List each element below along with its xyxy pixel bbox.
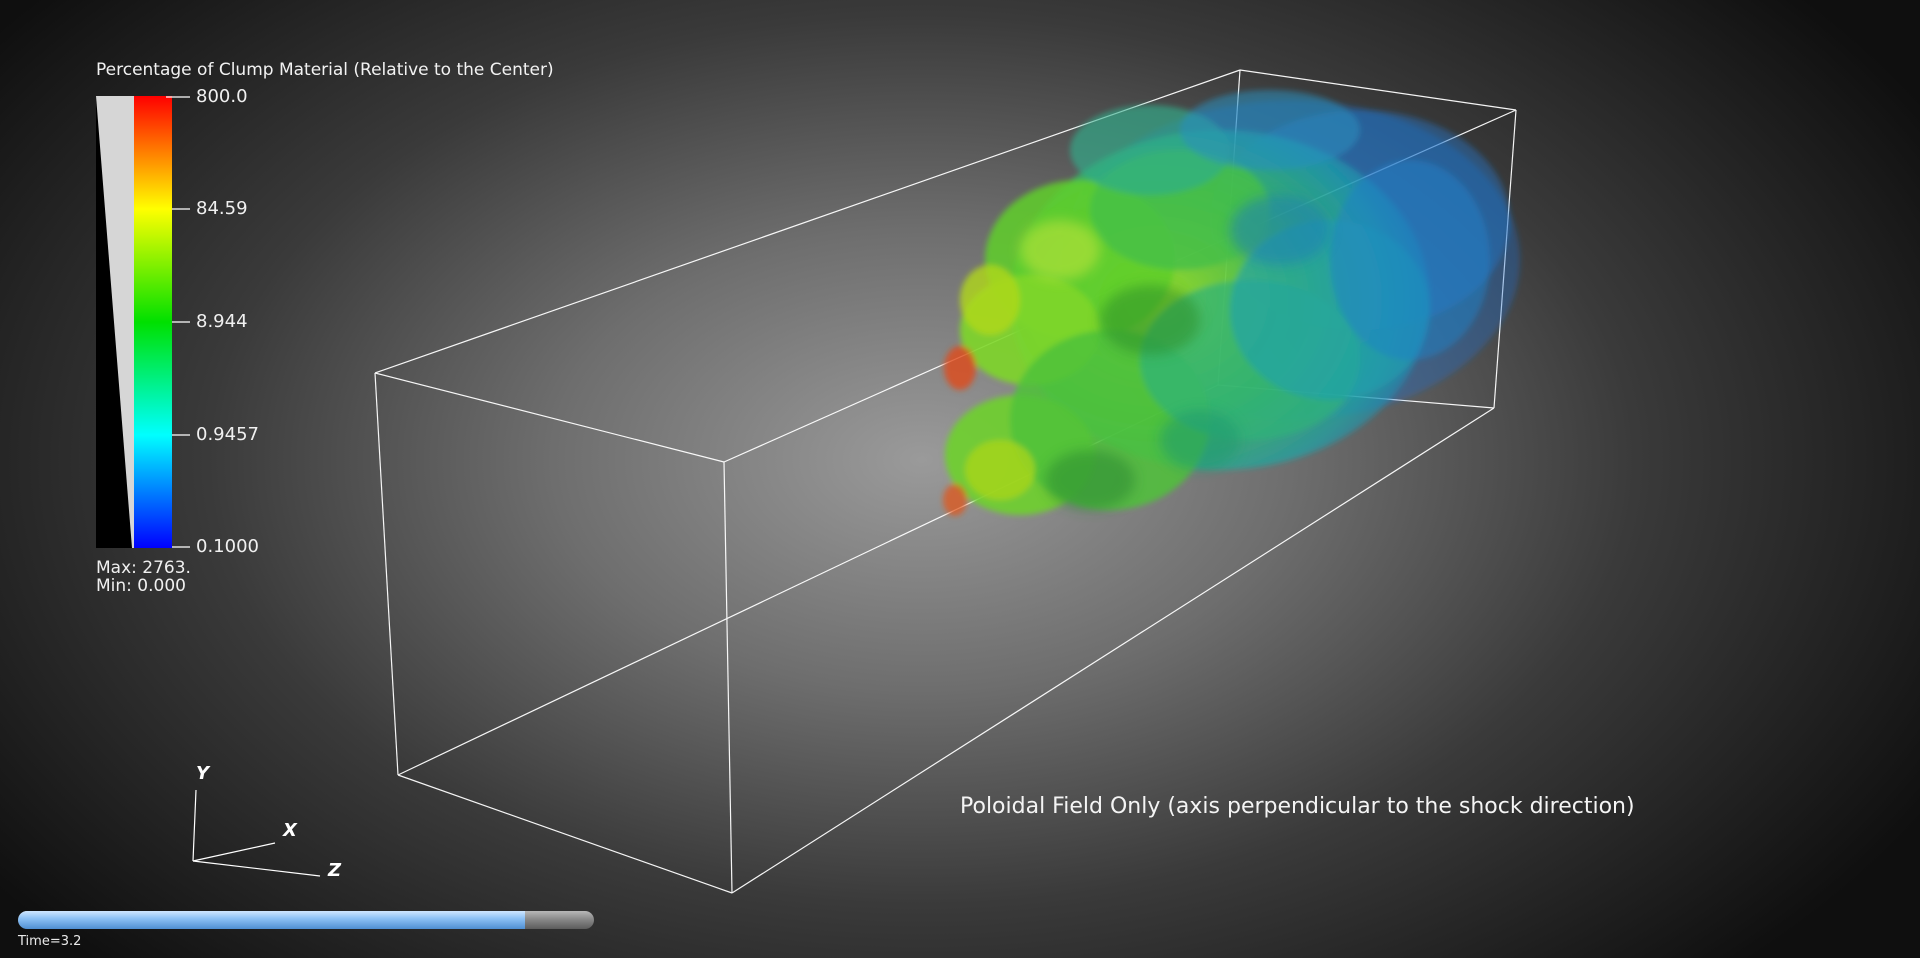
legend-tick-label: 0.1000 [196,536,259,557]
legend-tick-label: 84.59 [196,198,248,219]
colormap-gradient [134,96,172,548]
orientation-axes-triad [192,789,321,877]
time-progress-fill [18,911,525,929]
axis-label-y: Y [196,763,210,784]
legend-tick-label: 800.0 [196,86,248,107]
legend-title: Percentage of Clump Material (Relative t… [96,60,554,80]
legend-tick-marks [172,96,190,548]
time-progress-slider[interactable] [18,911,594,929]
legend-tick-label: 0.9457 [196,424,259,445]
legend-max-value: Max: 2763. [96,558,191,578]
legend-tick-label: 8.944 [196,311,248,332]
axis-label-z: Z [328,860,342,881]
time-label: Time=3.2 [18,934,82,949]
annotation-caption: Poloidal Field Only (axis perpendicular … [960,794,1635,819]
color-legend-bar [96,96,172,548]
axis-label-x: X [283,820,297,841]
legend-min-value: Min: 0.000 [96,576,186,596]
